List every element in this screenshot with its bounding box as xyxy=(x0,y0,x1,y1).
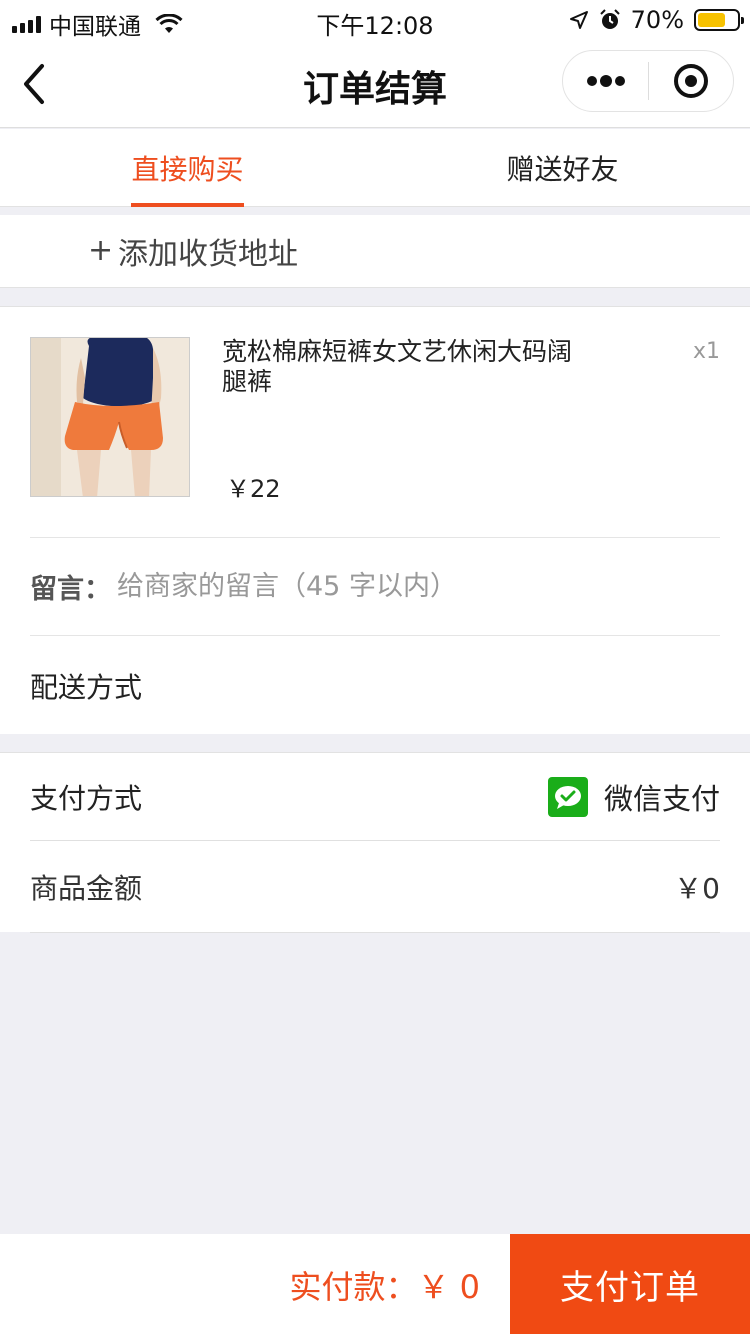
status-right: 70% xyxy=(569,6,744,34)
purchase-tabs: 直接购买 赠送好友 xyxy=(0,129,750,207)
order-card: 宽松棉麻短裤女文艺休闲大码阔腿裤 x1 ￥22 留言： 配送方式 xyxy=(0,306,750,734)
tab-gift-friend[interactable]: 赠送好友 xyxy=(375,129,750,207)
goods-amount-row: 商品金额 ￥0 xyxy=(30,841,720,932)
miniprogram-capsule xyxy=(562,50,734,112)
pay-order-button[interactable]: 支付订单 xyxy=(510,1234,750,1334)
add-address-label: 添加收货地址 xyxy=(118,237,298,272)
product-price: ￥22 xyxy=(226,475,281,503)
delivery-method-label: 配送方式 xyxy=(30,670,143,704)
battery-icon xyxy=(694,9,744,31)
plus-icon: + xyxy=(88,233,114,268)
product-quantity: x1 xyxy=(692,339,720,364)
close-miniprogram-button[interactable] xyxy=(649,50,733,112)
message-input[interactable] xyxy=(117,570,720,602)
message-label: 留言： xyxy=(30,573,111,605)
divider xyxy=(30,932,720,933)
payment-method-row[interactable]: 支付方式 微信支付 xyxy=(30,753,720,840)
goods-amount-value: ￥0 xyxy=(674,871,720,905)
more-dots-icon xyxy=(586,75,625,87)
product-image xyxy=(30,337,190,497)
payment-method-value: 微信支付 xyxy=(547,776,720,818)
goods-amount-label: 商品金额 xyxy=(30,871,143,905)
target-circle-icon xyxy=(673,64,708,98)
navigation-bar: 订单结算 xyxy=(0,40,750,128)
message-row: 留言： xyxy=(30,538,720,634)
shorts-photo-illustration xyxy=(31,338,189,496)
location-arrow-icon xyxy=(569,11,588,29)
payment-card: 支付方式 微信支付 商品金额 ￥0 xyxy=(0,752,750,933)
tab-direct-buy-label: 直接购买 xyxy=(131,153,244,186)
total-payable: 实付款：￥ 0 xyxy=(289,1268,480,1306)
alarm-clock-icon xyxy=(599,9,620,29)
product-name: 宽松棉麻短裤女文艺休闲大码阔腿裤 xyxy=(222,337,573,396)
checkout-bar: 实付款：￥ 0 支付订单 xyxy=(0,1234,750,1334)
tab-direct-buy[interactable]: 直接购买 xyxy=(0,129,375,207)
battery-fill xyxy=(698,13,725,27)
add-address-button[interactable]: + 添加收货地址 xyxy=(0,215,750,288)
payment-method-label: 支付方式 xyxy=(30,781,143,815)
delivery-method-row[interactable]: 配送方式 xyxy=(30,636,720,735)
tab-gift-friend-label: 赠送好友 xyxy=(506,153,619,186)
status-bar: 中国联通 下午12:08 70% xyxy=(0,0,750,40)
payment-method-name: 微信支付 xyxy=(603,781,720,816)
active-tab-indicator xyxy=(131,203,244,207)
more-button[interactable] xyxy=(563,50,648,112)
wechat-pay-icon xyxy=(547,776,588,817)
battery-percent: 70% xyxy=(630,6,684,34)
